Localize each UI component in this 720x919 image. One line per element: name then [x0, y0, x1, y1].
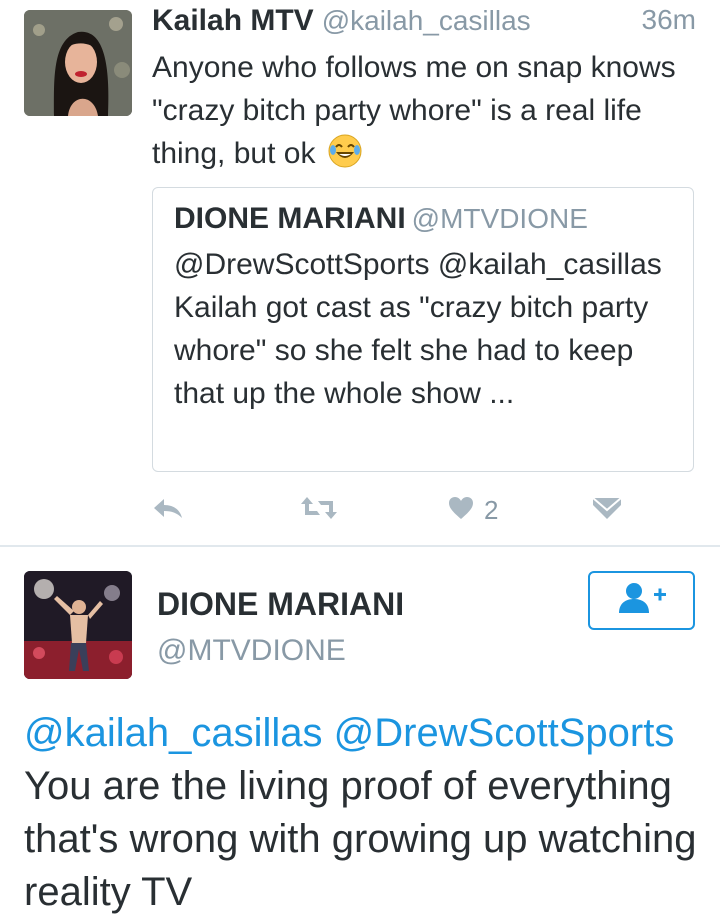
retweet-icon — [300, 495, 338, 526]
envelope-icon — [592, 495, 622, 526]
heart-icon — [448, 496, 474, 525]
author-name[interactable]: Kailah MTV — [152, 4, 314, 37]
mention-link[interactable]: @kailah_casillas — [24, 711, 323, 755]
laughing-tears-emoji-icon — [328, 134, 362, 168]
author-handle[interactable]: @MTVDIONE — [157, 634, 346, 668]
like-button[interactable]: 2 — [448, 490, 498, 530]
avatar-photo — [24, 10, 132, 116]
tweet-header: Kailah MTV @kailah_casillas 36m — [152, 4, 696, 44]
quoted-tweet[interactable]: DIONE MARIANI @MTVDIONE @DrewScottSports … — [152, 187, 694, 472]
divider — [0, 545, 720, 547]
reply-text: @kailah_casillas @DrewScottSports You ar… — [24, 707, 704, 919]
follow-button[interactable] — [588, 571, 695, 630]
add-user-icon — [616, 581, 668, 620]
quoted-tweet-header: DIONE MARIANI @MTVDIONE — [174, 202, 588, 236]
author-handle[interactable]: @kailah_casillas — [322, 5, 531, 36]
quoted-author-handle: @MTVDIONE — [411, 203, 588, 234]
quoted-author-name: DIONE MARIANI — [174, 202, 406, 235]
author-name[interactable]: DIONE MARIANI — [157, 586, 404, 623]
avatar[interactable] — [24, 571, 132, 679]
quoted-tweet-text: @DrewScottSports @kailah_casillas Kailah… — [174, 248, 662, 410]
reply-icon — [152, 496, 184, 525]
like-count: 2 — [484, 494, 499, 525]
mention-link[interactable]: @DrewScottSports — [334, 711, 675, 755]
retweet-button[interactable] — [300, 490, 338, 530]
tweet-text: Anyone who follows me on snap knows "cra… — [152, 46, 692, 175]
avatar-photo — [24, 571, 132, 679]
tweet-actions: 2 — [152, 490, 632, 530]
timestamp[interactable]: 36m — [642, 4, 696, 36]
direct-message-button[interactable] — [592, 490, 622, 530]
reply-button[interactable] — [152, 490, 184, 530]
avatar[interactable] — [24, 10, 132, 116]
reply-text-content: You are the living proof of everything t… — [24, 764, 697, 914]
tweet-text-content: Anyone who follows me on snap knows "cra… — [152, 51, 676, 170]
